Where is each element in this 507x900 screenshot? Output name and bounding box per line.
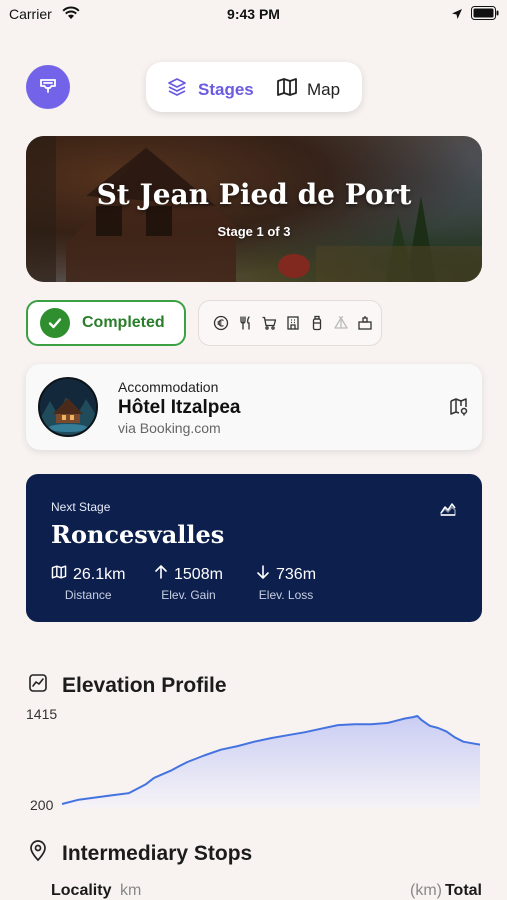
arrow-down-icon [256, 564, 270, 585]
map-icon [276, 76, 298, 103]
stat-distance: 26.1km Distance [51, 564, 125, 602]
view-segmented-control: Stages Map [146, 62, 362, 112]
cart-icon [261, 315, 277, 331]
elevation-max-label: 1415 [26, 706, 58, 722]
elev-loss-value: 736m [276, 565, 317, 583]
status-time: 9:43 PM [227, 6, 280, 22]
stage-subtitle: Stage 1 of 3 [217, 224, 291, 239]
stat-elev-gain: 1508m Elev. Gain [154, 564, 223, 602]
column-km: km [120, 882, 142, 899]
filter-button[interactable] [26, 65, 70, 109]
amenities-bar[interactable] [198, 300, 382, 346]
tent-icon [333, 315, 349, 331]
elev-gain-value: 1508m [174, 565, 223, 583]
elevation-min-label: 200 [30, 797, 54, 813]
tab-map[interactable]: Map [276, 76, 340, 103]
building-icon [285, 315, 301, 331]
elevation-title: Elevation Profile [62, 673, 227, 697]
next-stage-label: Next Stage [51, 500, 111, 514]
map-icon [51, 564, 67, 585]
accommodation-name: Hôtel Itzalpea [118, 397, 241, 418]
map-marker-icon [28, 840, 48, 867]
layers-icon [166, 76, 188, 103]
elevation-section-header: Elevation Profile [28, 673, 227, 698]
elev-gain-label: Elev. Gain [161, 588, 216, 602]
distance-label: Distance [64, 588, 112, 602]
location-arrow-icon [451, 7, 463, 25]
accommodation-avatar [38, 377, 98, 437]
laundry-icon [357, 315, 373, 331]
stage-hero-image[interactable]: St Jean Pied de Port Stage 1 of 3 [26, 136, 482, 282]
tab-stages[interactable]: Stages [166, 76, 254, 103]
accommodation-type: Accommodation [118, 379, 219, 395]
map-pin-icon[interactable] [449, 397, 469, 422]
tab-map-label: Map [307, 79, 341, 99]
column-total: Total [444, 882, 482, 899]
stops-section-header: Intermediary Stops [28, 840, 252, 867]
stops-table-header: Locality km (km) Total [51, 882, 482, 900]
stat-elev-loss: 736m Elev. Loss [256, 564, 316, 602]
stage-title: St Jean Pied de Port [96, 178, 412, 211]
completed-toggle[interactable]: Completed [26, 300, 186, 346]
tray-icon [38, 75, 58, 100]
status-bar: Carrier 9:43 PM [0, 0, 507, 30]
tab-stages-label: Stages [198, 79, 254, 99]
accommodation-card[interactable]: Accommodation Hôtel Itzalpea via Booking… [26, 364, 482, 450]
elevation-chart [61, 715, 481, 808]
elev-loss-label: Elev. Loss [258, 588, 314, 602]
next-stage-name: Roncesvalles [51, 520, 225, 549]
column-km-total: (km) [410, 882, 442, 899]
arrow-up-icon [154, 564, 168, 585]
fork-knife-icon [237, 315, 253, 331]
distance-value: 26.1km [73, 565, 126, 583]
column-locality: Locality [51, 882, 112, 899]
euro-icon [213, 315, 229, 331]
chart-area-icon[interactable] [439, 499, 457, 522]
bottle-icon [309, 315, 325, 331]
accommodation-source: via Booking.com [118, 420, 221, 436]
battery-icon [471, 6, 499, 25]
completed-label: Completed [82, 314, 165, 331]
stops-title: Intermediary Stops [62, 841, 253, 865]
chart-line-icon [28, 673, 48, 698]
checkmark-icon [40, 308, 70, 338]
next-stage-card[interactable]: Next Stage Roncesvalles 26.1km Distance … [26, 474, 482, 622]
